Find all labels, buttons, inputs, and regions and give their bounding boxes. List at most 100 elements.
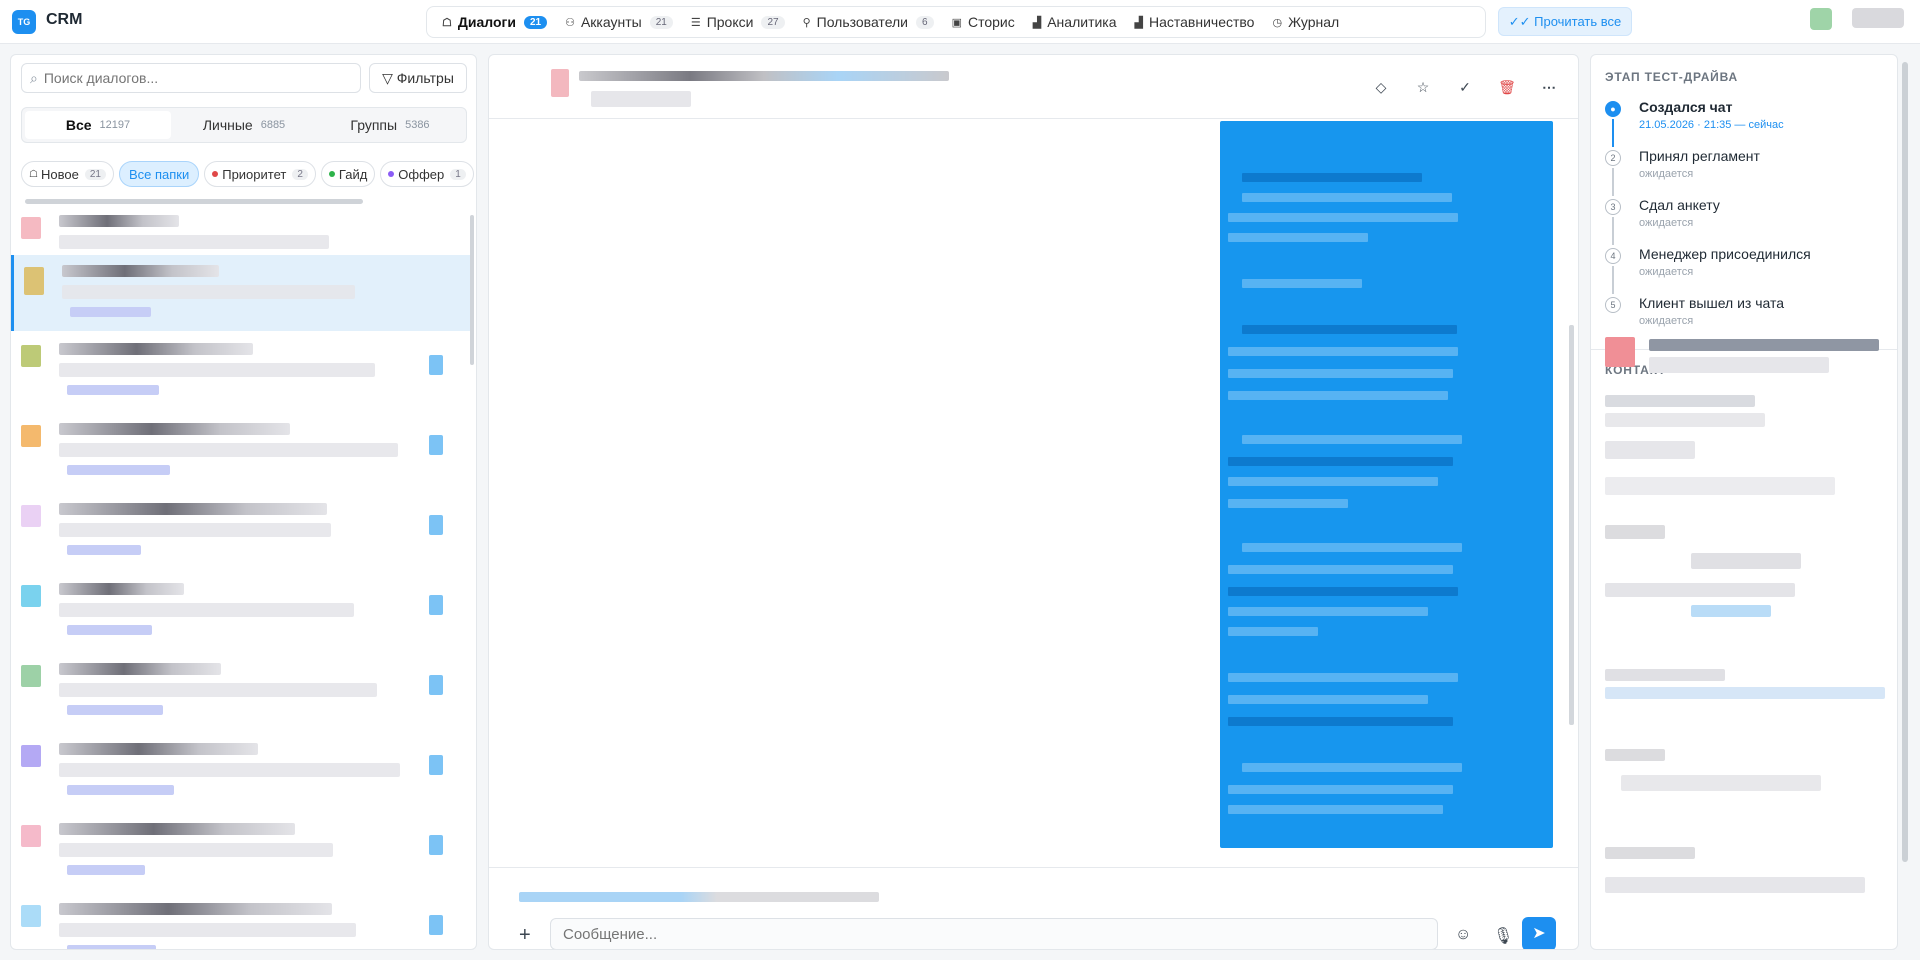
dialog-list-item[interactable] [11,333,473,409]
contact-field [1605,395,1755,407]
chips-scrollbar[interactable] [25,199,363,204]
send-icon: ➤ [1532,925,1546,942]
contact-field [1605,413,1765,427]
delete-icon[interactable]: 🗑 [1497,77,1517,97]
chip-label: Оффер [398,166,445,182]
nav-tab-2[interactable]: ☰ Прокси 27 [682,10,794,34]
stage-step: 4 Менеджер присоединился ожидается [1605,246,1895,294]
nav-tab-3[interactable]: ⚲ Пользователи 6 [794,10,943,34]
dialog-list-item[interactable] [11,493,473,569]
check-icon[interactable]: ✓ [1455,77,1475,97]
dialog-list-item[interactable] [11,205,473,255]
dialog-name [59,215,179,227]
unread-badge [429,675,443,695]
nav-tab-5[interactable]: ▟ Аналитика [1024,10,1126,34]
nav-tab-label: Пользователи [816,14,909,30]
dialog-list-item[interactable] [11,813,473,889]
dialog-list-item[interactable] [11,733,473,809]
message-input[interactable] [563,925,1423,943]
unread-badge [429,835,443,855]
nav-tab-6[interactable]: ▟ Наставничество [1126,10,1264,34]
stage-title: ЭТАП ТЕСТ-ДРАЙВА [1605,70,1738,84]
unread-badge [429,515,443,535]
step-status: ожидается [1639,168,1694,180]
nav-tab-1[interactable]: ⚇ Аккаунты 21 [556,10,682,34]
dialog-name [59,743,258,755]
main-nav: ☖ Диалоги 21 ⚇ Аккаунты 21 ☰ Прокси 27 ⚲ Пользоват… [426,6,1486,38]
chip-label: Приоритет [222,166,287,182]
nav-tab-label: Аккаунты [580,14,642,30]
dialog-meta [67,705,163,715]
nav-tab-0[interactable]: ☖ Диалоги 21 [433,10,556,34]
dialog-avatar [21,905,41,927]
mentoring-icon: ▟ [1134,16,1143,29]
dialog-list-scrollbar[interactable] [470,215,474,365]
chat-scrollbar[interactable] [1569,325,1574,725]
stage-step: ● Создался чат 21.05.2026 · 21:35 — сейчас [1605,99,1895,147]
search-input[interactable] [43,70,344,86]
nav-tab-label: Сторис [967,14,1015,30]
more-icon[interactable]: ⋯ [1539,77,1559,97]
step-label: Создался чат [1639,99,1733,115]
dialog-name [59,503,327,515]
dialog-list-item[interactable] [11,893,473,949]
step-label: Принял регламент [1639,148,1760,164]
folder-chip-2[interactable]: Приоритет 2 [204,161,316,187]
dialog-list-item[interactable] [11,413,473,489]
dialog-list-item[interactable] [11,653,473,729]
contact-field [1605,877,1865,893]
dialog-name [62,265,219,277]
dialog-avatar [21,217,41,239]
message-text-line [1242,193,1452,202]
dialog-preview [59,763,400,777]
dialog-preview [59,443,398,457]
dialog-avatar [21,585,41,607]
unread-badge [429,595,443,615]
mark-all-read-button[interactable]: ✓✓ Прочитать все [1498,7,1632,36]
dialog-list-panel: ⌕ ▽ Фильтры Все 12197 Личные 6885 Группы 5386… [10,54,477,950]
segment-tab-2[interactable]: Группы 5386 [317,111,463,139]
folder-chip-3[interactable]: Гайд [320,161,376,187]
chat-icon: ☖ [442,16,452,29]
segment-tab-0[interactable]: Все 12197 [25,111,171,139]
message-box[interactable] [550,918,1438,949]
folder-chip-0[interactable]: ☖ Новое 21 [21,161,114,187]
dialog-preview [59,363,375,377]
segment-label: Личные [202,117,253,133]
message-text-line [1228,457,1453,466]
dialog-list-item[interactable] [11,255,473,331]
star-icon[interactable]: ☆ [1413,77,1433,97]
dialog-meta [67,465,170,475]
send-button[interactable]: ➤ [1522,917,1556,949]
folder-chip-4[interactable]: Оффер 1 [380,161,474,187]
segment-tab-1[interactable]: Личные 6885 [171,111,317,139]
dialog-avatar [24,267,44,295]
dialog-preview [59,923,356,937]
step-status: ожидается [1639,315,1694,327]
step-number: 4 [1605,248,1621,264]
chat-header: ◇ ☆ ✓ 🗑 ⋯ [489,55,1578,119]
microphone-icon[interactable]: 🎙 [1493,926,1513,946]
dialog-preview [59,603,354,617]
search-box[interactable]: ⌕ [21,63,361,93]
inbox-icon: ☖ [29,168,38,180]
dialog-preview [59,523,331,537]
emoji-icon[interactable]: ☺ [1455,926,1471,944]
details-scrollbar[interactable] [1902,62,1908,862]
nav-tab-7[interactable]: ◷ Журнал [1263,10,1348,34]
message-text-line [1228,213,1458,222]
chat-avatar[interactable] [551,69,569,97]
attach-icon[interactable]: + [519,924,531,947]
filter-icon: ▽ [382,70,397,86]
step-number: 2 [1605,150,1621,166]
step-status: ожидается [1639,217,1694,229]
dialog-list-item[interactable] [11,573,473,649]
color-dot-icon [388,171,395,177]
user-avatar[interactable] [1810,8,1832,30]
analytics-icon: ▟ [1032,16,1042,29]
step-status: ожидается [1639,266,1694,278]
filters-button[interactable]: ▽ Фильтры [369,63,467,93]
folder-chip-1[interactable]: Все папки [118,161,200,187]
nav-tab-4[interactable]: ▣ Сторис [943,10,1024,34]
tag-icon[interactable]: ◇ [1371,77,1391,97]
